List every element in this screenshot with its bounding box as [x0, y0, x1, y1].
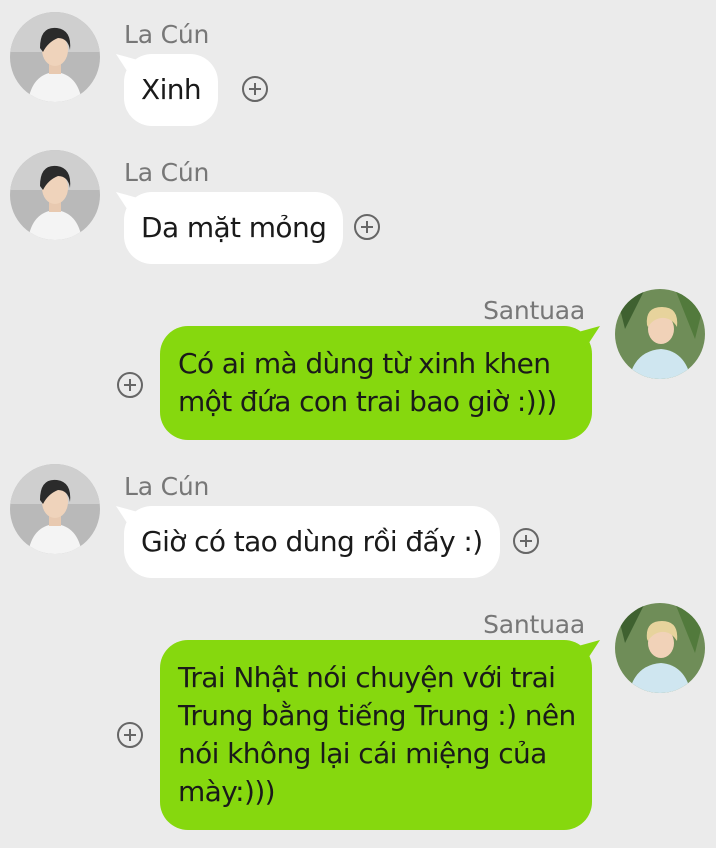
sender-avatar[interactable] — [615, 289, 705, 379]
avatar-photo-icon — [615, 289, 705, 379]
message-bubble[interactable]: Da mặt mỏng — [124, 192, 344, 264]
message-bubble[interactable]: Giờ có tao dùng rồi đấy :) — [124, 506, 500, 578]
message-line: Trung bằng tiếng Trung :) nên — [178, 699, 576, 732]
add-reaction-icon[interactable] — [354, 214, 380, 240]
message-line: Trai Nhật nói chuyện với trai — [178, 661, 556, 694]
sender-name: La Cún — [124, 472, 210, 501]
message-line: một đứa con trai bao giờ :))) — [178, 385, 557, 418]
sender-name: Santuaa — [483, 296, 585, 325]
sender-avatar[interactable] — [10, 464, 100, 554]
add-reaction-icon[interactable] — [117, 722, 143, 748]
message-bubble[interactable]: Có ai mà dùng từ xinh khen một đứa con t… — [160, 326, 592, 440]
avatar-photo-icon — [10, 464, 100, 554]
sender-avatar[interactable] — [10, 12, 100, 102]
sender-name: La Cún — [124, 20, 210, 49]
message-bubble[interactable]: Trai Nhật nói chuyện với trai Trung bằng… — [160, 640, 592, 830]
message-text: Giờ có tao dùng rồi đấy :) — [141, 525, 483, 558]
message-line: mày:))) — [178, 775, 276, 808]
sender-avatar[interactable] — [615, 603, 705, 693]
sender-name: Santuaa — [483, 610, 585, 639]
message-text: Xinh — [141, 73, 202, 106]
sender-name: La Cún — [124, 158, 210, 187]
add-reaction-icon[interactable] — [513, 528, 539, 554]
message-bubble[interactable]: Xinh — [124, 54, 219, 126]
avatar-photo-icon — [615, 603, 705, 693]
avatar-photo-icon — [10, 150, 100, 240]
message-text: Da mặt mỏng — [141, 211, 327, 244]
add-reaction-icon[interactable] — [117, 372, 143, 398]
sender-avatar[interactable] — [10, 150, 100, 240]
message-line: Có ai mà dùng từ xinh khen — [178, 347, 551, 380]
message-line: nói không lại cái miệng của — [178, 737, 547, 770]
add-reaction-icon[interactable] — [242, 76, 268, 102]
avatar-photo-icon — [10, 12, 100, 102]
chat-thread: La Cún Xinh La Cún Da mặt mỏng Santuaa C… — [0, 0, 716, 848]
